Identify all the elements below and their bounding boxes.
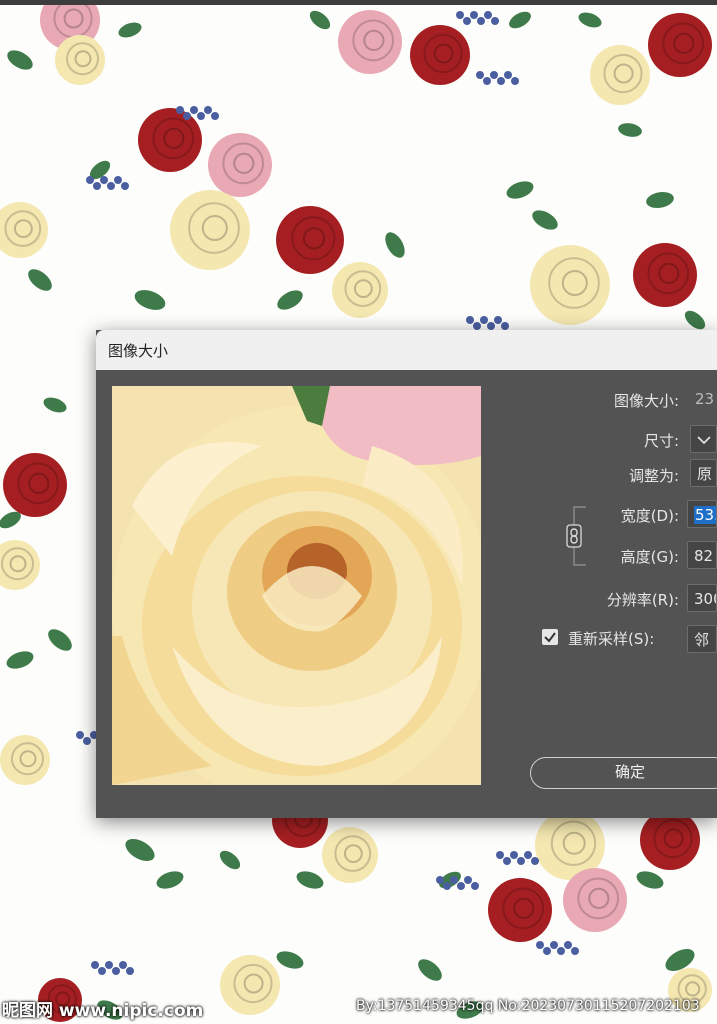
ok-button[interactable]: 确定 (530, 757, 717, 789)
resample-label: 重新采样(S): (568, 630, 655, 648)
dialog-titlebar[interactable]: 图像大小 (96, 330, 717, 370)
image-size-value: 23 (695, 390, 715, 408)
resolution-label: 分辨率(R): (606, 591, 679, 609)
resample-checkbox[interactable] (542, 629, 558, 645)
fit-to-label: 调整为: (628, 467, 679, 485)
watermark-site: 昵图网 www.nipic.com (2, 1001, 204, 1021)
dialog-title: 图像大小 (108, 342, 169, 360)
image-preview[interactable] (112, 386, 481, 785)
image-size-label: 图像大小: (613, 392, 679, 410)
top-edge-bar (0, 0, 717, 5)
dimensions-unit-dropdown[interactable] (690, 425, 717, 453)
resample-method-dropdown[interactable]: 邻 (687, 625, 717, 653)
width-input[interactable]: 53. (687, 500, 717, 528)
checkbox-check-icon (544, 632, 556, 643)
chevron-down-icon (697, 436, 711, 445)
resolution-input[interactable]: 300 (687, 584, 717, 612)
width-value: 53. (694, 506, 716, 524)
preview-rose-image (112, 386, 481, 785)
width-label: 宽度(D): (620, 507, 679, 525)
dimensions-label: 尺寸: (643, 432, 679, 450)
fit-to-dropdown[interactable]: 原 (690, 459, 717, 487)
image-size-dialog: 图像大小 图像大小: 23 尺寸: 调整为: 原 宽度(D): 53. 高度(G… (96, 330, 717, 818)
height-label: 高度(G): (620, 548, 679, 566)
watermark-credit: By:13751459345qq No:20230730115207202103 (356, 998, 700, 1014)
height-input[interactable]: 82 (687, 541, 717, 569)
